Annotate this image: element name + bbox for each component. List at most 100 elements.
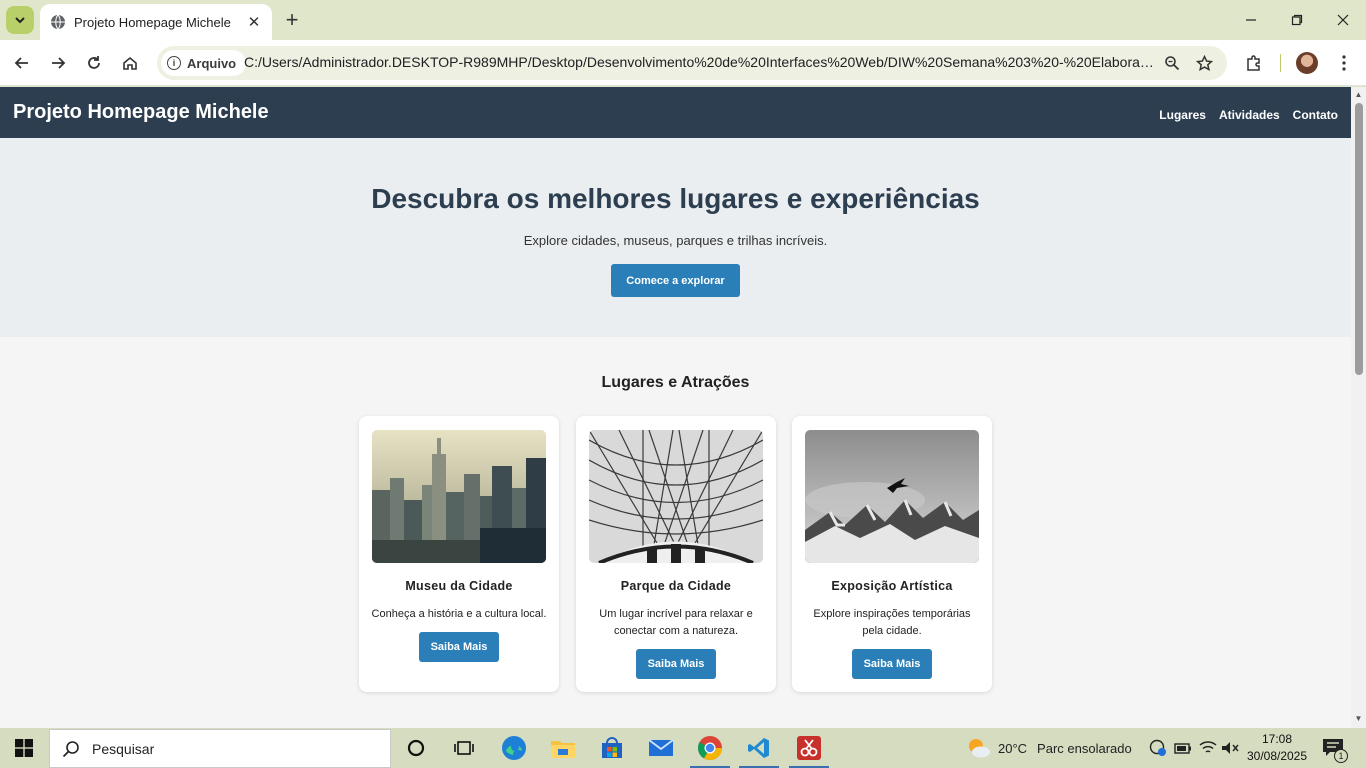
scrollbar-thumb[interactable] <box>1355 103 1363 375</box>
saiba-mais-button[interactable]: Saiba Mais <box>636 649 716 679</box>
cortana-button[interactable] <box>392 728 440 768</box>
file-explorer-app[interactable] <box>539 728 587 768</box>
chevron-down-icon <box>15 17 25 24</box>
scroll-up-icon[interactable]: ▲ <box>1354 90 1363 99</box>
snipping-tool-app[interactable] <box>785 728 833 768</box>
place-card-exposicao: Exposição Artística Explore inspirações … <box>792 416 992 692</box>
more-vertical-icon <box>1342 55 1346 71</box>
browser-tab[interactable]: Projeto Homepage Michele ✕ <box>40 4 272 40</box>
battery-tray-icon[interactable] <box>1174 728 1192 768</box>
weather-description: Parc ensolarado <box>1037 740 1132 756</box>
notification-center-button[interactable]: 1 <box>1322 728 1348 768</box>
bookmark-star-icon[interactable] <box>1194 53 1214 73</box>
place-card-parque: Parque da Cidade Um lugar incrível para … <box>576 416 776 692</box>
mail-icon <box>648 739 674 756</box>
url-text[interactable]: C:/Users/Administrador.DESKTOP-R989MHP/D… <box>244 54 1154 70</box>
card-description: Um lugar incrível para relaxar e conecta… <box>599 608 753 637</box>
task-view-icon <box>454 741 474 755</box>
card-description: Explore inspirações temporárias pela cid… <box>813 608 971 637</box>
mail-app[interactable] <box>637 728 685 768</box>
minimize-icon <box>1246 19 1256 21</box>
saiba-mais-button[interactable]: Saiba Mais <box>419 632 499 662</box>
toolbar-divider <box>1280 54 1281 72</box>
taskbar: Pesquisar 20°C Parc ensolarado 17:08 30/… <box>0 728 1366 768</box>
search-placeholder: Pesquisar <box>92 740 155 757</box>
browser-tabstrip: Projeto Homepage Michele ✕ + <box>0 0 1366 40</box>
security-label: Arquivo <box>187 55 237 71</box>
system-clock[interactable]: 17:08 30/08/2025 <box>1244 731 1310 765</box>
profile-button[interactable] <box>1293 49 1321 77</box>
page-viewport: Projeto Homepage Michele Lugares Ativida… <box>0 87 1351 728</box>
cortana-icon <box>407 739 425 757</box>
hero-section: Descubra os melhores lugares e experiênc… <box>0 138 1351 337</box>
restore-button[interactable] <box>1274 0 1320 40</box>
site-info-chip[interactable]: i Arquivo <box>161 50 247 76</box>
browser-menu-button[interactable] <box>1330 49 1358 77</box>
hero-subtitle: Explore cidades, museus, parques e trilh… <box>523 233 828 248</box>
nav-link-contato[interactable]: Contato <box>1293 108 1338 122</box>
new-tab-button[interactable]: + <box>280 7 304 32</box>
scroll-down-icon[interactable]: ▼ <box>1354 714 1363 723</box>
weather-widget[interactable]: 20°C Parc ensolarado <box>966 728 1132 768</box>
edge-icon <box>502 736 526 760</box>
reload-button[interactable] <box>80 49 108 77</box>
wifi-tray-icon[interactable] <box>1199 728 1217 768</box>
chrome-app[interactable] <box>686 728 734 768</box>
card-title: Parque da Cidade <box>620 579 732 593</box>
close-window-button[interactable] <box>1320 0 1366 40</box>
globe-icon <box>51 14 65 30</box>
extensions-button[interactable] <box>1240 49 1268 77</box>
folder-icon <box>551 741 575 758</box>
vpn-tray-icon[interactable] <box>1149 728 1167 768</box>
notification-badge: 1 <box>1334 749 1348 763</box>
forward-button[interactable] <box>44 49 72 77</box>
taskbar-search-box[interactable]: Pesquisar <box>49 729 391 768</box>
nav-link-lugares[interactable]: Lugares <box>1159 108 1206 122</box>
card-title: Exposição Artística <box>831 579 953 593</box>
volume-muted-tray-icon[interactable] <box>1221 728 1239 768</box>
clock-time: 17:08 <box>1261 732 1293 746</box>
section-title: Lugares e Atrações <box>601 374 750 391</box>
partly-sunny-icon <box>969 739 990 758</box>
task-view-button[interactable] <box>440 728 488 768</box>
site-title: Projeto Homepage Michele <box>13 101 269 123</box>
start-button[interactable] <box>0 728 48 768</box>
search-icon <box>62 740 79 757</box>
arrow-left-icon <box>14 57 28 69</box>
place-card-museu: Museu da Cidade Conheça a história e a c… <box>359 416 559 692</box>
arrow-right-icon <box>52 57 66 69</box>
nav-link-atividades[interactable]: Atividades <box>1219 108 1280 122</box>
minimize-button[interactable] <box>1228 0 1274 40</box>
city-skyline-image <box>372 430 546 563</box>
saiba-mais-button[interactable]: Saiba Mais <box>852 649 932 679</box>
vscode-app[interactable] <box>735 728 783 768</box>
hero-heading: Descubra os melhores lugares e experiênc… <box>371 183 980 214</box>
card-description: Conheça a história e a cultura local. <box>371 608 547 620</box>
glass-roof-image <box>589 430 763 563</box>
close-icon <box>1337 14 1349 26</box>
home-icon <box>123 56 137 70</box>
info-icon: i <box>167 56 181 70</box>
zoom-icon[interactable] <box>1162 53 1182 73</box>
store-icon <box>602 737 622 758</box>
puzzle-icon <box>1247 55 1260 71</box>
address-bar[interactable]: i Arquivo C:/Users/Administrador.DESKTOP… <box>157 46 1227 80</box>
page-scrollbar[interactable]: ▲ ▼ <box>1351 87 1366 728</box>
reload-icon <box>88 56 100 69</box>
tab-close-icon[interactable]: ✕ <box>246 14 262 31</box>
store-app[interactable] <box>588 728 636 768</box>
snipping-tool-icon <box>797 736 821 760</box>
chrome-icon <box>697 736 722 761</box>
windows-logo-icon <box>15 739 33 757</box>
explore-button[interactable]: Comece a explorar <box>611 264 740 297</box>
edge-app[interactable] <box>490 728 538 768</box>
browser-toolbar: i Arquivo C:/Users/Administrador.DESKTOP… <box>0 40 1366 86</box>
tab-search-button[interactable] <box>6 6 34 34</box>
site-nav: Lugares Atividades Contato <box>1159 108 1338 122</box>
tab-title: Projeto Homepage Michele <box>74 14 231 30</box>
back-button[interactable] <box>8 49 36 77</box>
avatar <box>1296 52 1318 74</box>
weather-temp: 20°C <box>998 740 1028 756</box>
mountain-eagle-image <box>805 430 979 563</box>
home-button[interactable] <box>116 49 144 77</box>
